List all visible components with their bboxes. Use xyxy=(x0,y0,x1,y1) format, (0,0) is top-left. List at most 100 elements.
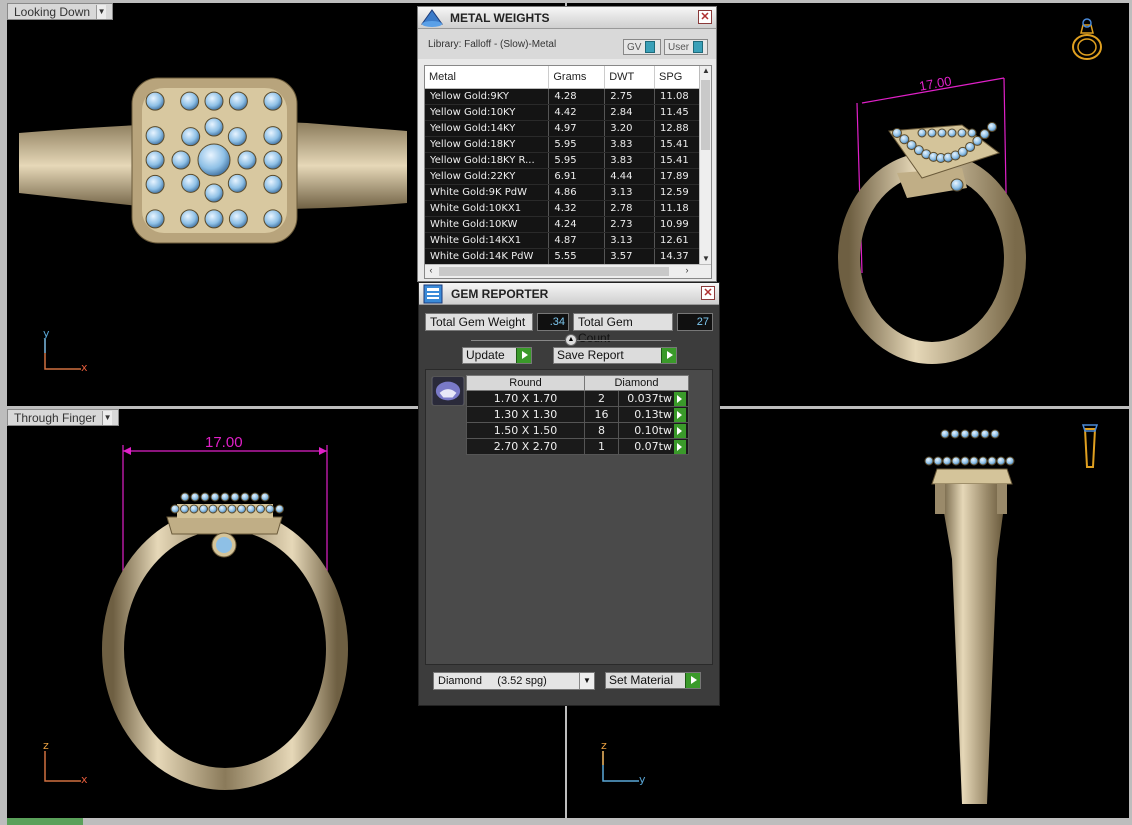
scroll-left-icon[interactable]: ‹ xyxy=(425,265,437,278)
gem-weight-cell: 0.037tw xyxy=(617,390,690,407)
gem-stone xyxy=(228,209,248,229)
table-row[interactable]: 1.50 X 1.50 8 0.10tw xyxy=(466,422,690,439)
gem-stone xyxy=(145,91,165,111)
gem-stone xyxy=(950,429,960,439)
table-row[interactable]: Yellow Gold:18KY R... 5.95 3.83 15.41 xyxy=(425,152,701,169)
save-report-button[interactable]: Save Report xyxy=(553,347,677,364)
play-icon[interactable] xyxy=(674,439,686,454)
table-row[interactable]: 2.70 X 2.70 1 0.07tw xyxy=(466,438,690,455)
table-cell: 10.99 xyxy=(654,216,701,233)
column-header[interactable]: SPG xyxy=(654,66,701,89)
play-icon xyxy=(661,348,676,363)
metal-weights-panel[interactable]: METAL WEIGHTS ✕ Library: Falloff - (Slow… xyxy=(417,6,717,282)
gem-stone xyxy=(937,128,947,138)
user-toggle[interactable]: User xyxy=(664,39,708,55)
column-header[interactable]: DWT xyxy=(604,66,656,89)
table-cell: 2.84 xyxy=(604,104,656,121)
scroll-right-icon[interactable]: › xyxy=(681,265,693,278)
gem-stone xyxy=(197,143,231,177)
ring-orientation-icon[interactable] xyxy=(1067,13,1107,63)
gem-stone xyxy=(204,183,224,203)
table-row[interactable]: 1.30 X 1.30 16 0.13tw xyxy=(466,406,690,423)
gem-stone xyxy=(263,209,283,229)
gem-stone xyxy=(970,429,980,439)
gem-reporter-titlebar[interactable]: GEM REPORTER ✕ xyxy=(419,283,719,305)
horizontal-scrollbar[interactable]: ‹ › xyxy=(425,264,711,278)
play-icon xyxy=(685,673,700,688)
play-icon[interactable] xyxy=(674,391,686,406)
save-report-button-label: Save Report xyxy=(557,348,624,362)
metal-weights-titlebar[interactable]: METAL WEIGHTS ✕ xyxy=(418,7,716,29)
scroll-up-icon[interactable]: ▲ xyxy=(700,66,711,78)
gem-weight-cell: 0.13tw xyxy=(617,406,690,423)
table-row[interactable]: Yellow Gold:14KY 4.97 3.20 12.88 xyxy=(425,120,701,137)
ring-side-icon[interactable] xyxy=(1075,417,1105,472)
scroll-thumb[interactable] xyxy=(701,80,710,150)
gem-stone xyxy=(263,91,283,111)
gem-stone xyxy=(960,429,970,439)
close-icon[interactable]: ✕ xyxy=(698,10,712,24)
metal-table: Metal Grams DWT SPG Yellow Gold:9KY 4.28 2… xyxy=(425,66,701,265)
gem-stone xyxy=(980,429,990,439)
vertical-scrollbar[interactable]: ▲ ▼ xyxy=(699,66,711,266)
table-cell: 4.28 xyxy=(548,88,606,105)
gem-stone xyxy=(263,150,283,170)
close-icon[interactable]: ✕ xyxy=(701,286,715,300)
table-cell: White Gold:14KX1 xyxy=(425,232,550,249)
gem-reporter-panel[interactable]: GEM REPORTER ✕ Total Gem Weight .34 Tota… xyxy=(418,282,720,706)
table-cell: White Gold:14K PdW xyxy=(425,248,550,265)
table-cell: Yellow Gold:22KY xyxy=(425,168,550,185)
table-row[interactable]: White Gold:10KX1 4.32 2.78 11.18 xyxy=(425,200,701,217)
table-row[interactable]: White Gold:14K PdW 5.55 3.57 14.37 xyxy=(425,248,701,265)
set-material-button[interactable]: Set Material xyxy=(605,672,701,689)
gem-stone xyxy=(978,456,988,466)
total-gem-weight-value: .34 xyxy=(537,313,569,331)
update-button[interactable]: Update xyxy=(462,347,532,364)
table-cell: 3.57 xyxy=(604,248,656,265)
gv-toggle[interactable]: GV xyxy=(623,39,661,55)
gem-stone xyxy=(917,128,927,138)
column-header[interactable]: Diamond xyxy=(584,375,689,391)
gem-totals-row: Total Gem Weight .34 Total Gem Count 27 xyxy=(425,313,713,345)
material-select[interactable]: Diamond (3.52 spg) ▼ xyxy=(433,672,595,690)
view-label-through-finger[interactable]: Through Finger ▼ xyxy=(7,409,120,426)
gem-reporter-logo xyxy=(423,284,443,303)
chevron-down-icon[interactable]: ▼ xyxy=(96,4,107,19)
play-icon[interactable] xyxy=(674,407,686,422)
chevron-down-icon[interactable]: ▼ xyxy=(579,673,594,689)
chevron-down-icon[interactable]: ▼ xyxy=(102,410,113,425)
table-cell: 6.91 xyxy=(548,168,606,185)
column-header[interactable]: Metal xyxy=(425,66,550,89)
column-header[interactable]: Grams xyxy=(548,66,606,89)
status-tab-active[interactable] xyxy=(7,818,83,825)
play-icon[interactable] xyxy=(674,423,686,438)
scroll-thumb[interactable] xyxy=(439,267,669,276)
metal-table-container[interactable]: Metal Grams DWT SPG Yellow Gold:9KY 4.28 2… xyxy=(424,65,712,279)
table-row[interactable]: White Gold:14KX1 4.87 3.13 12.61 xyxy=(425,232,701,249)
library-label: Library: Falloff - (Slow)-Metal xyxy=(428,39,557,50)
table-row[interactable]: Yellow Gold:9KY 4.28 2.75 11.08 xyxy=(425,88,701,105)
axis-indicator: y x xyxy=(41,327,91,374)
gem-stone xyxy=(892,128,902,138)
table-row[interactable]: 1.70 X 1.70 2 0.037tw xyxy=(466,390,690,407)
round-gem-icon[interactable] xyxy=(431,376,465,406)
table-cell: 2.75 xyxy=(604,88,656,105)
table-row[interactable]: Yellow Gold:10KY 4.42 2.84 11.45 xyxy=(425,104,701,121)
table-cell: 12.88 xyxy=(654,120,701,137)
splitter-handle-icon[interactable]: ▲ xyxy=(565,334,577,346)
total-gem-count-label: Total Gem Count xyxy=(573,313,673,345)
column-header[interactable]: Round xyxy=(466,375,585,391)
table-cell: 3.83 xyxy=(604,152,656,169)
app-window: Looking Down ▼ y x 17.00 17.00 Through F… xyxy=(0,0,1132,825)
total-gem-weight-label: Total Gem Weight xyxy=(425,313,533,331)
view-label-looking-down[interactable]: Looking Down ▼ xyxy=(7,3,114,20)
table-row[interactable]: Yellow Gold:22KY 6.91 4.44 17.89 xyxy=(425,168,701,185)
table-cell: 11.45 xyxy=(654,104,701,121)
gem-stone xyxy=(256,504,265,514)
gem-stone xyxy=(230,492,240,502)
table-row[interactable]: White Gold:10KW 4.24 2.73 10.99 xyxy=(425,216,701,233)
gem-stone xyxy=(227,173,247,193)
table-row[interactable]: Yellow Gold:18KY 5.95 3.83 15.41 xyxy=(425,136,701,153)
table-row[interactable]: White Gold:9K PdW 4.86 3.13 12.59 xyxy=(425,184,701,201)
table-cell: Yellow Gold:10KY xyxy=(425,104,550,121)
